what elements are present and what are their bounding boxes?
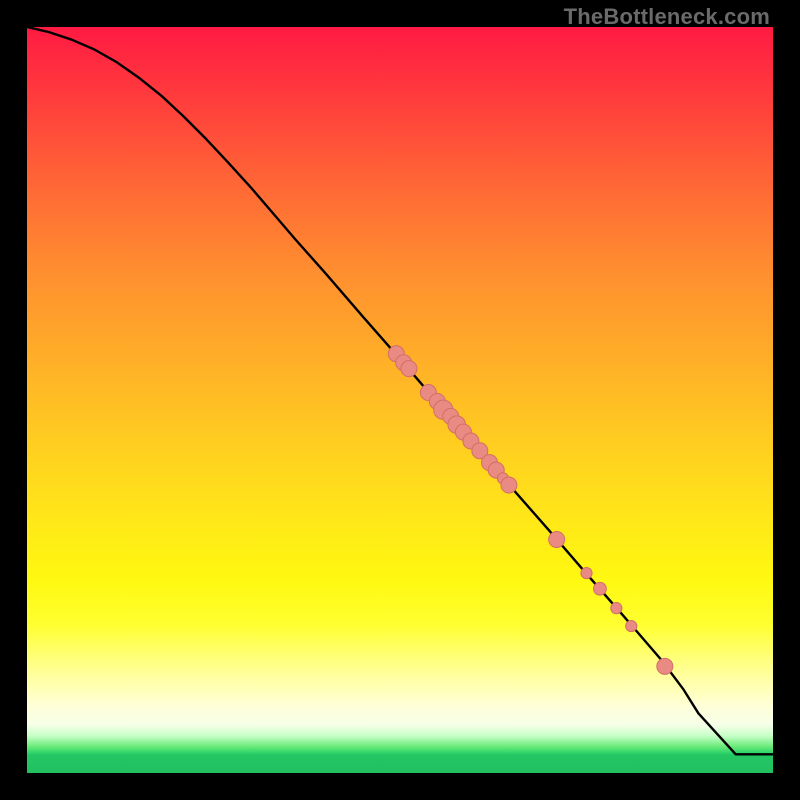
bottleneck-curve: [27, 27, 773, 754]
data-dot: [401, 361, 417, 377]
data-dot: [581, 567, 592, 578]
data-dot: [594, 582, 607, 595]
data-dot: [611, 603, 622, 614]
chart-stage: TheBottleneck.com: [0, 0, 800, 800]
data-dot: [549, 532, 565, 548]
data-dot: [626, 620, 637, 631]
data-dot: [501, 477, 517, 493]
chart-overlay: [0, 0, 800, 800]
data-dot: [657, 658, 673, 674]
